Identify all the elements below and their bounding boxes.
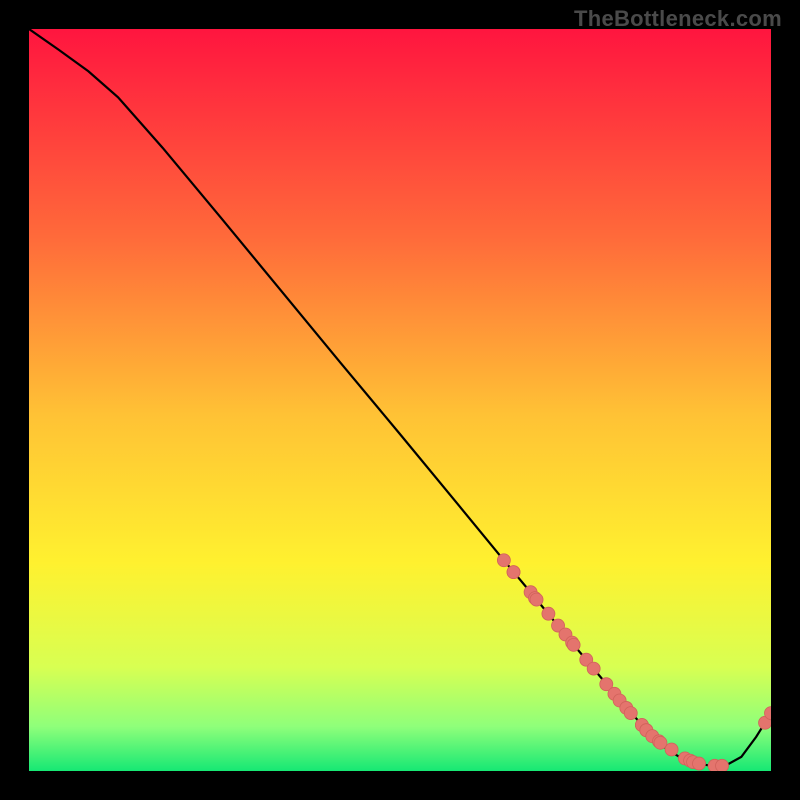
data-marker (693, 757, 706, 770)
data-marker (542, 607, 555, 620)
chart-frame: TheBottleneck.com (0, 0, 800, 800)
gradient-bg (29, 29, 771, 771)
data-marker (654, 736, 667, 749)
data-marker (567, 638, 580, 651)
data-marker (587, 662, 600, 675)
data-marker (497, 554, 510, 567)
data-marker (624, 707, 637, 720)
data-marker (665, 743, 678, 756)
data-marker (507, 566, 520, 579)
chart-svg (29, 29, 771, 771)
data-marker (716, 759, 729, 771)
data-marker (530, 593, 543, 606)
plot-area (29, 29, 771, 771)
